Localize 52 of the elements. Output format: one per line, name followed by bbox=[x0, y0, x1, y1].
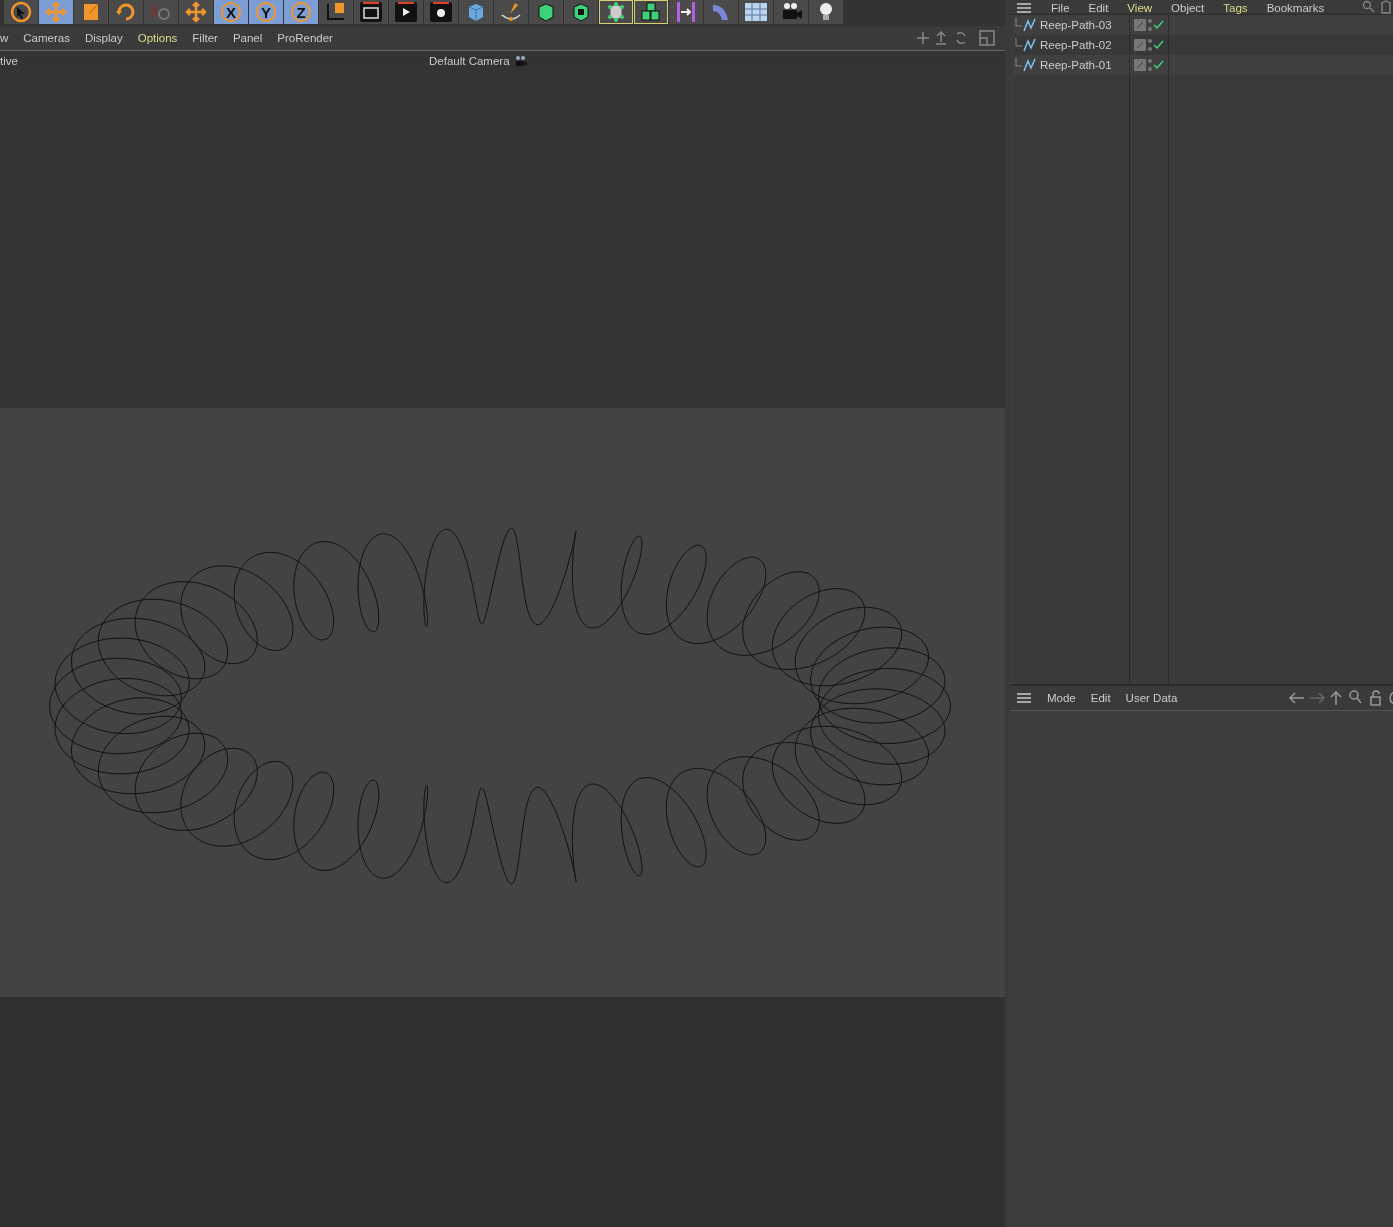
toolbar-button[interactable] bbox=[669, 0, 703, 24]
select-icon bbox=[8, 1, 34, 23]
visibility-status-icon[interactable] bbox=[1134, 58, 1164, 72]
toolbar-button[interactable] bbox=[634, 0, 668, 24]
menu-icon[interactable] bbox=[1016, 692, 1032, 704]
toolbar-button[interactable] bbox=[389, 0, 423, 24]
toolbar-button[interactable] bbox=[529, 0, 563, 24]
floor-icon bbox=[743, 1, 769, 23]
object-name[interactable]: Reep-Path-02 bbox=[1040, 39, 1112, 51]
menu-item[interactable]: Cameras bbox=[23, 32, 70, 44]
menu-item[interactable]: Display bbox=[84, 32, 123, 44]
menu-item[interactable]: View bbox=[1127, 2, 1153, 14]
toolbar-button[interactable] bbox=[424, 0, 458, 24]
menu-item[interactable]: Object bbox=[1171, 2, 1205, 14]
render-icon bbox=[393, 1, 419, 23]
visibility-status-icon[interactable] bbox=[1134, 18, 1164, 32]
move-icon bbox=[43, 1, 69, 23]
menu-item[interactable]: File bbox=[1051, 2, 1070, 14]
toolbar-button[interactable] bbox=[354, 0, 388, 24]
axis-label: X bbox=[221, 2, 241, 22]
object-name[interactable]: Reep-Path-01 bbox=[1040, 59, 1112, 71]
menu-item[interactable]: Tags bbox=[1223, 2, 1248, 14]
menu-item[interactable]: Panel bbox=[232, 32, 263, 44]
toolbar-button[interactable]: X bbox=[214, 0, 248, 24]
camera-label[interactable]: Default Camera bbox=[429, 55, 510, 67]
toolbar-button[interactable]: Z bbox=[284, 0, 318, 24]
toolbar-button[interactable] bbox=[774, 0, 808, 24]
visibility-status-icon[interactable] bbox=[1134, 38, 1164, 52]
view-name: tive bbox=[0, 55, 19, 67]
object-name[interactable]: Reep-Path-03 bbox=[1040, 19, 1112, 31]
render-view-icon bbox=[358, 1, 384, 23]
axis-label: Z bbox=[291, 2, 311, 22]
menu-item[interactable]: Options bbox=[137, 32, 178, 44]
menu-item[interactable]: Edit bbox=[1090, 692, 1111, 704]
menu-item[interactable]: User Data bbox=[1125, 692, 1178, 704]
toolbar-button[interactable] bbox=[319, 0, 353, 24]
toolbar-button[interactable] bbox=[809, 0, 843, 24]
attribute-navigation-icons[interactable] bbox=[1288, 690, 1393, 706]
toolbar-button[interactable] bbox=[4, 0, 38, 24]
toolbar-button[interactable]: Y bbox=[249, 0, 283, 24]
axis-label: Y bbox=[256, 2, 276, 22]
menu-item[interactable]: w bbox=[0, 32, 9, 44]
camera-icon bbox=[513, 55, 528, 67]
menu-item[interactable]: Mode bbox=[1047, 692, 1076, 704]
menu-item[interactable]: ProRender bbox=[277, 32, 333, 44]
menu-item[interactable]: Filter bbox=[192, 32, 218, 44]
toolbar-button[interactable] bbox=[564, 0, 598, 24]
add-icon bbox=[183, 1, 209, 23]
menu-item[interactable]: Bookmarks bbox=[1266, 2, 1325, 14]
menu-icon[interactable] bbox=[1016, 2, 1032, 14]
menu-item[interactable]: Edit bbox=[1088, 2, 1109, 14]
render-settings-icon bbox=[428, 1, 454, 23]
